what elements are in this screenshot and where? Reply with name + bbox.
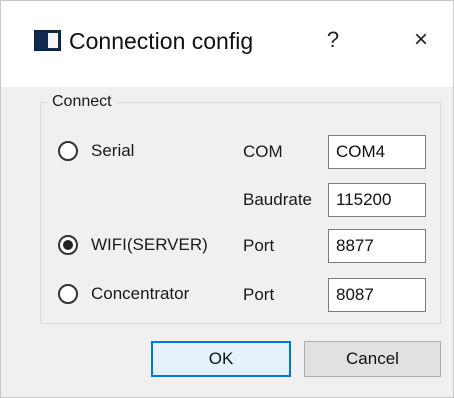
concentrator-port-field[interactable]	[328, 278, 426, 312]
help-button[interactable]: ?	[319, 23, 347, 57]
com-label: COM	[243, 142, 283, 161]
baudrate-field[interactable]	[328, 183, 426, 217]
ok-button[interactable]: OK	[151, 341, 291, 377]
wifi-port-field[interactable]	[328, 229, 426, 263]
concentrator-port-label: Port	[243, 285, 275, 304]
title-bar: Connection config ? ×	[1, 1, 453, 87]
serial-radio[interactable]	[58, 141, 78, 161]
cancel-button[interactable]: Cancel	[304, 341, 441, 377]
wifi-server-radio-label[interactable]: WIFI(SERVER)	[91, 235, 208, 255]
baudrate-label: Baudrate	[243, 190, 312, 209]
connect-group-label: Connect	[48, 92, 116, 112]
com-field[interactable]	[328, 135, 426, 169]
serial-radio-label[interactable]: Serial	[91, 141, 134, 161]
close-button[interactable]: ×	[401, 23, 441, 57]
connection-config-dialog: Connection config ? × Connect Serial COM…	[0, 0, 454, 398]
window-title: Connection config	[69, 28, 254, 54]
wifi-port-label: Port	[243, 236, 275, 255]
wifi-server-radio[interactable]	[58, 235, 78, 255]
concentrator-radio[interactable]	[58, 284, 78, 304]
app-window-icon	[34, 30, 61, 51]
concentrator-radio-label[interactable]: Concentrator	[91, 284, 189, 304]
